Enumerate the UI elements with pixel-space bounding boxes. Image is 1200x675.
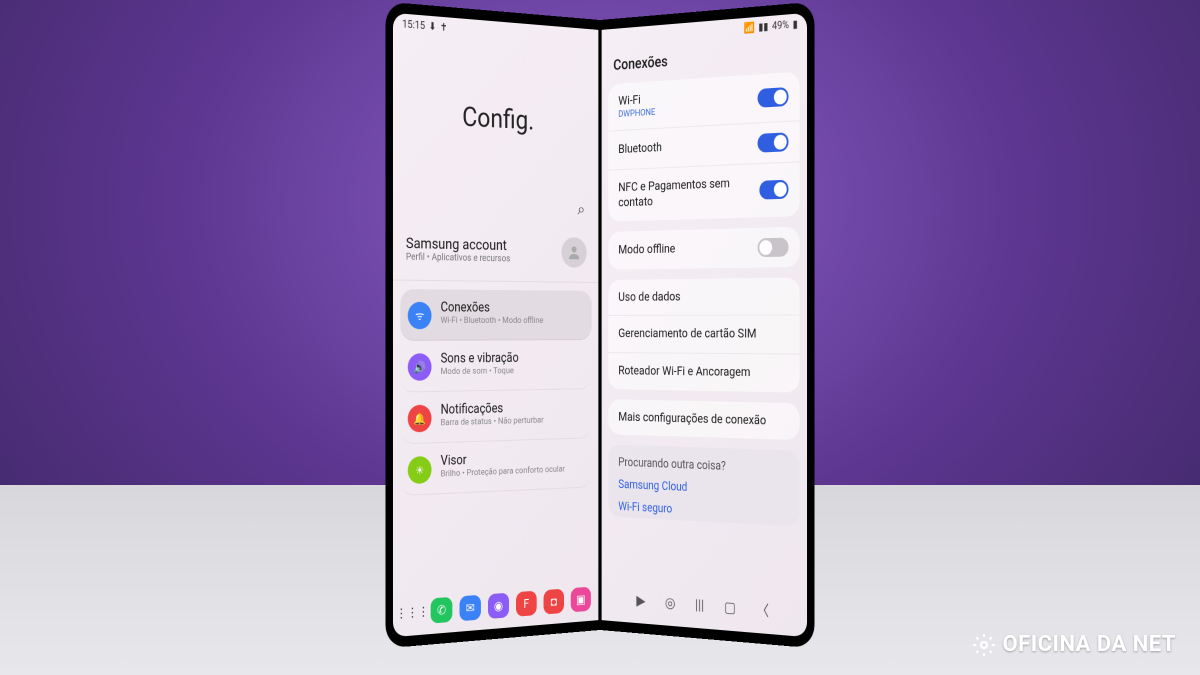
search-icon[interactable]: ⌕ [578, 199, 586, 219]
display-icon: ☀ [408, 456, 432, 484]
toggle-switch[interactable] [758, 87, 789, 108]
avatar[interactable] [561, 237, 586, 268]
account-subtitle: Perfil • Aplicativos e recursos [406, 252, 510, 264]
settings-item-title: Sons e vibração [441, 351, 519, 367]
more-settings-row[interactable]: Mais configurações de conexão [608, 399, 799, 441]
status-icon: ⬇ [429, 21, 437, 33]
browser-icon[interactable]: ◉ [488, 593, 509, 619]
home-button[interactable]: ▢ [724, 599, 736, 616]
settings-item-subtitle: Modo de som • Toque [441, 366, 519, 377]
settings-master-pane: 15:15 ⬇ ✝ Config. ⌕ Samsung account Perf… [393, 13, 598, 637]
app-dock: ⋮⋮⋮ ✆ ✉ ◉ F ◘ ▣ [393, 582, 598, 631]
battery-icon: ▮ [793, 18, 798, 30]
bell-icon: 🔔 [408, 405, 432, 433]
link-row[interactable]: Uso de dados [608, 277, 799, 315]
signal-icon: ▮▮ [758, 21, 768, 33]
samsung-account-row[interactable]: Samsung account Perfil • Aplicativos e r… [393, 222, 598, 283]
settings-item-bell[interactable]: 🔔NotificaçõesBarra de status • Não pertu… [400, 389, 591, 444]
nav-bar: ▶ ◎ ||| ▢ 〈 [602, 582, 807, 631]
toggle-switch[interactable] [759, 180, 788, 200]
battery-percent: 49% [772, 19, 789, 32]
chrome-icon[interactable]: ◎ [665, 595, 676, 612]
sound-icon: 🔊 [408, 353, 432, 381]
account-title: Samsung account [406, 235, 510, 254]
foldable-device: 15:15 ⬇ ✝ Config. ⌕ Samsung account Perf… [356, 20, 844, 630]
phone-icon[interactable]: ✆ [431, 597, 453, 624]
settings-item-subtitle: Wi-Fi • Bluetooth • Modo offline [441, 316, 544, 326]
toggle-switch[interactable] [758, 132, 789, 152]
recents-button[interactable]: ||| [695, 597, 704, 614]
back-button[interactable]: 〈 [756, 600, 769, 622]
play-store-icon[interactable]: ▶ [636, 593, 645, 610]
settings-item-title: Conexões [441, 300, 544, 316]
offline-toggle[interactable] [758, 237, 789, 257]
clock: 15:15 [402, 18, 425, 31]
wifi-icon: ᯤ [408, 302, 432, 329]
suggestions-card: Procurando outra coisa? Samsung CloudWi-… [608, 444, 799, 526]
news-icon[interactable]: F [516, 591, 537, 617]
camera-icon[interactable]: ◘ [544, 589, 564, 615]
settings-detail-pane: 📶 ▮▮ 49% ▮ Conexões Wi-FiDWPHONEBluetoot… [602, 13, 807, 637]
settings-item-display[interactable]: ☀VisorBrilho • Proteção para conforto oc… [400, 438, 591, 496]
settings-item-sound[interactable]: 🔊 Sons e vibraçãoModo de som • Toque [400, 340, 591, 393]
offline-mode-row[interactable]: Modo offline [608, 227, 799, 270]
settings-item-wifi[interactable]: ᯤ ConexõesWi-Fi • Bluetooth • Modo offlin… [400, 289, 591, 341]
offline-card: Modo offline [608, 227, 799, 270]
toggle-row[interactable]: NFC e Pagamentos sem contato [608, 161, 799, 222]
connection-links-card: Uso de dadosGerenciamento de cartão SIMR… [608, 277, 799, 392]
link-row[interactable]: Roteador Wi-Fi e Ancoragem [608, 352, 799, 392]
connection-toggles-card: Wi-FiDWPHONEBluetoothNFC e Pagamentos se… [608, 72, 799, 222]
page-title: Config. [462, 102, 534, 137]
settings-item-subtitle: Barra de status • Não perturbar [441, 415, 544, 428]
status-icon: ✝ [440, 21, 448, 33]
gallery-icon[interactable]: ▣ [571, 587, 591, 613]
apps-icon[interactable]: ⋮⋮⋮ [401, 599, 423, 626]
more-settings-card: Mais configurações de conexão [608, 399, 799, 441]
watermark: OFICINA DA NET [972, 632, 1176, 657]
messages-icon[interactable]: ✉ [460, 595, 481, 622]
link-row[interactable]: Gerenciamento de cartão SIM [608, 315, 799, 354]
wifi-status-icon: 📶 [744, 22, 755, 34]
